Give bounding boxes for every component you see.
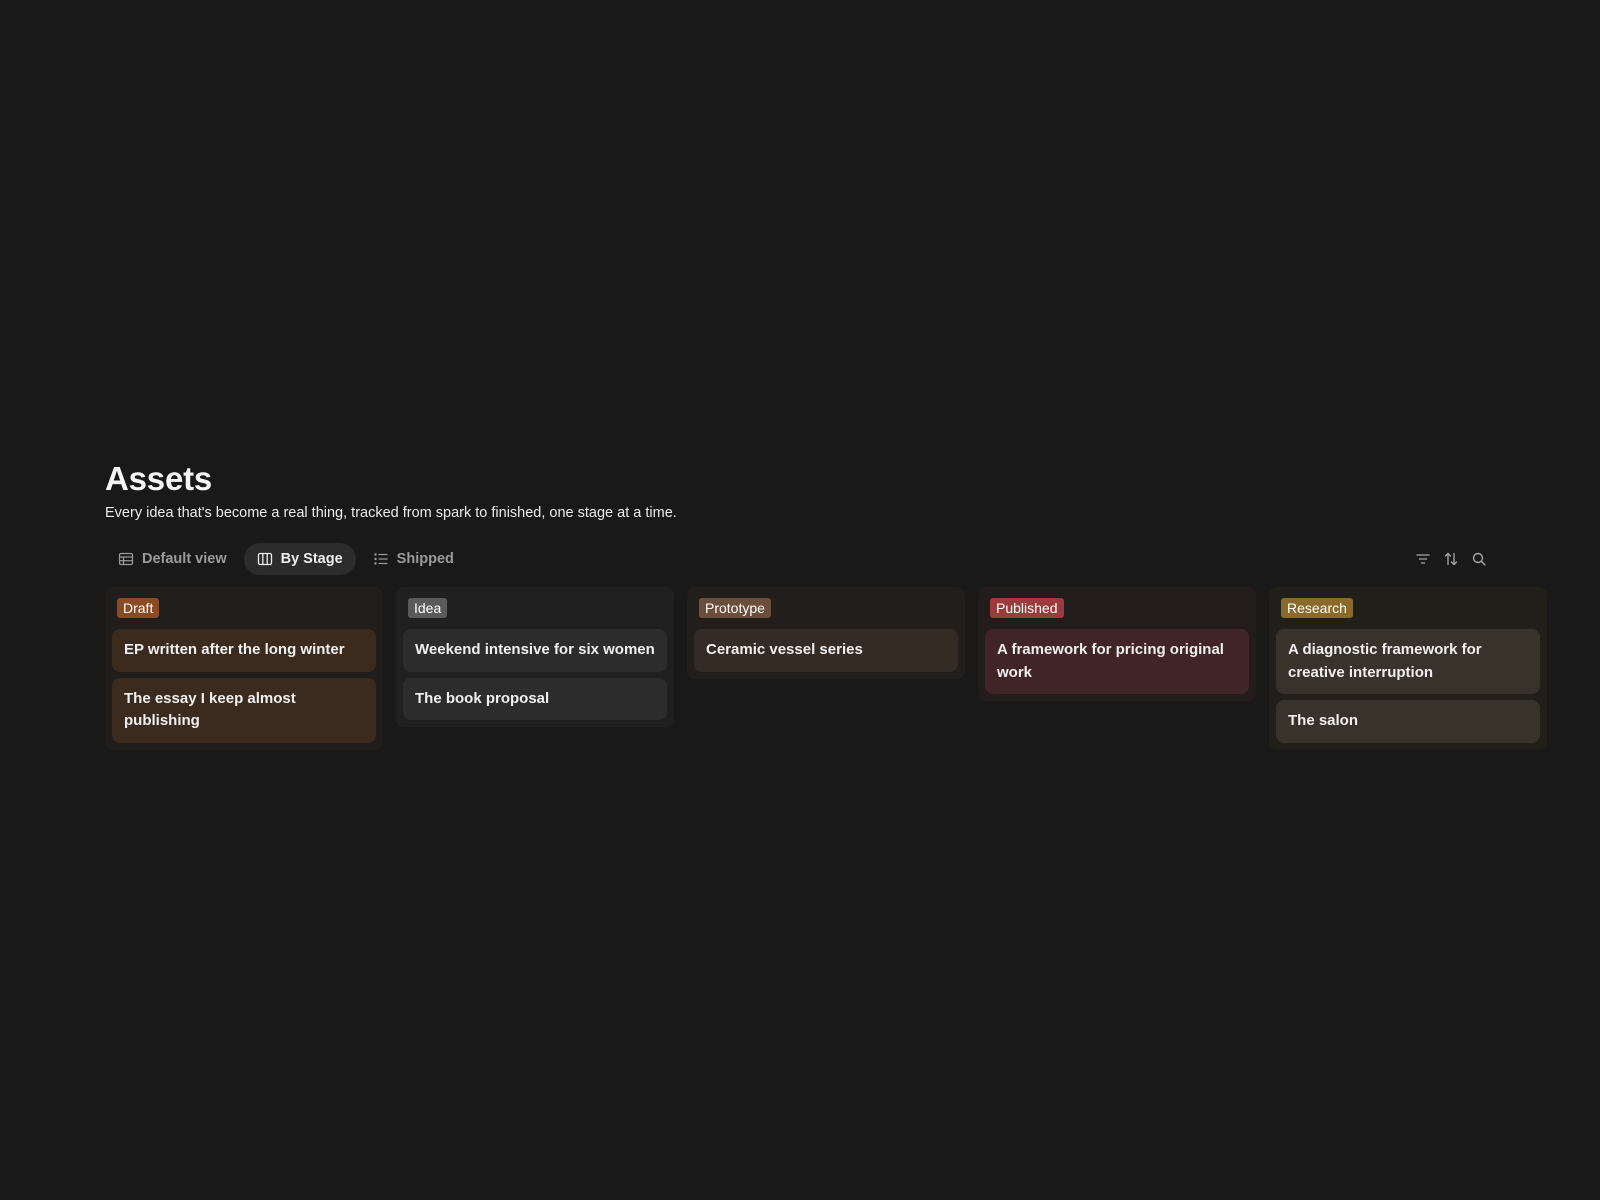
board-column-prototype: Prototype Ceramic vessel series <box>687 587 965 679</box>
filter-icon[interactable] <box>1415 551 1431 567</box>
card-title: The essay I keep almost publishing <box>124 689 296 730</box>
card-title: A framework for pricing original work <box>997 641 1224 681</box>
tab-default-view[interactable]: Default view <box>105 543 240 575</box>
column-header: Prototype <box>694 597 958 619</box>
view-tabs: Default view By Stage Shipped <box>105 543 1487 575</box>
stage-tag: Idea <box>408 598 448 618</box>
board-card[interactable]: Weekend intensive for six women <box>403 629 667 672</box>
board-card[interactable]: A diagnostic framework for creative inte… <box>1276 629 1540 694</box>
column-header: Draft <box>112 597 376 619</box>
sort-icon[interactable] <box>1443 551 1459 567</box>
board-icon <box>257 551 273 567</box>
tab-shipped[interactable]: Shipped <box>360 543 467 575</box>
stage-tag: Prototype <box>699 598 771 618</box>
column-header: Research <box>1276 597 1540 619</box>
table-icon <box>118 551 134 567</box>
board-card[interactable]: EP written after the long winter <box>112 629 376 672</box>
card-title: The book proposal <box>415 689 550 707</box>
kanban-board: Draft EP written after the long winter The… <box>105 587 1547 750</box>
card-title: A diagnostic framework for creative inte… <box>1288 641 1482 681</box>
stage-tag: Published <box>990 598 1064 618</box>
board-column-idea: Idea Weekend intensive for six women The b… <box>396 587 674 727</box>
page-description: Every idea that's become a real thing, t… <box>105 505 677 521</box>
page: Assets Every idea that's become a real t… <box>0 0 1600 1200</box>
board-column-research: Research A diagnostic framework for creat… <box>1269 587 1547 750</box>
card-title: Ceramic vessel series <box>706 641 863 658</box>
page-title: Assets <box>105 460 213 497</box>
board-column-published: Published A framework for pricing origina… <box>978 587 1256 701</box>
stage-tag: Draft <box>117 598 160 618</box>
search-icon[interactable] <box>1471 551 1487 567</box>
tab-label: By Stage <box>280 551 343 567</box>
tab-label: Shipped <box>396 551 454 567</box>
column-header: Published <box>985 597 1249 619</box>
board-card[interactable]: The essay I keep almost publishing <box>112 677 376 743</box>
tab-label: Default view <box>142 551 227 567</box>
card-title: Weekend intensive for six women <box>415 641 655 658</box>
column-header: Idea <box>403 597 667 619</box>
list-icon <box>373 551 389 567</box>
page-header: Assets Every idea that's become a real t… <box>105 459 677 523</box>
toolbar-actions <box>1415 543 1487 575</box>
board-card[interactable]: The salon <box>1276 700 1540 743</box>
board-card[interactable]: Ceramic vessel series <box>694 629 958 672</box>
board-card[interactable]: A framework for pricing original work <box>985 629 1249 694</box>
card-title: The salon <box>1288 712 1359 729</box>
card-title: EP written after the long winter <box>124 641 345 658</box>
tab-by-stage[interactable]: By Stage <box>243 543 356 575</box>
board-column-draft: Draft EP written after the long winter The… <box>105 587 383 750</box>
stage-tag: Research <box>1281 598 1353 618</box>
board-card[interactable]: The book proposal <box>403 677 667 720</box>
view-toolbar: Default view By Stage Shipped <box>105 543 1487 575</box>
